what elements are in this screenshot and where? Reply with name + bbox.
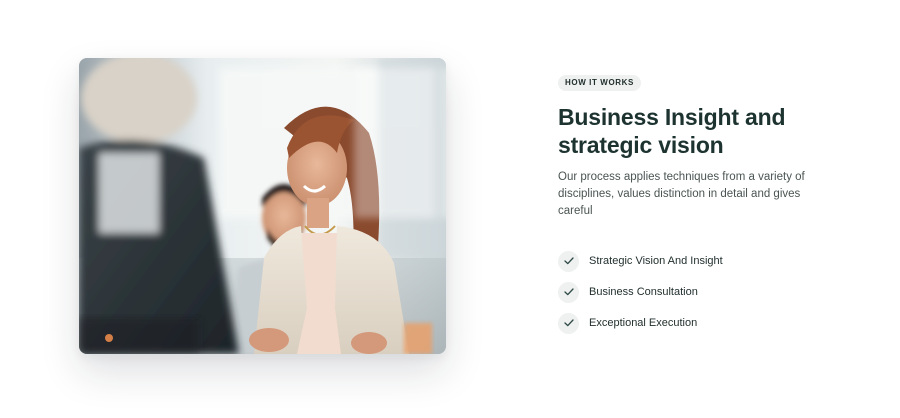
team-meeting-photo <box>79 58 446 354</box>
feature-list: Strategic Vision And Insight Business Co… <box>558 250 858 334</box>
feature-item: Business Consultation <box>558 281 858 303</box>
check-icon <box>558 250 579 272</box>
section-badge: HOW IT WORKS <box>558 75 641 91</box>
how-it-works-section: HOW IT WORKS Business Insight and strate… <box>0 0 900 418</box>
feature-item: Strategic Vision And Insight <box>558 250 858 272</box>
section-description: Our process applies techniques from a va… <box>558 171 805 217</box>
content-panel: HOW IT WORKS Business Insight and strate… <box>558 72 858 343</box>
check-icon <box>558 281 579 303</box>
photo-illustration <box>79 58 446 354</box>
section-title: Business Insight and strategic vision <box>558 104 786 158</box>
feature-label: Strategic Vision And Insight <box>589 255 723 267</box>
feature-label: Business Consultation <box>589 286 698 298</box>
feature-label: Exceptional Execution <box>589 317 698 329</box>
check-icon <box>558 312 579 334</box>
feature-item: Exceptional Execution <box>558 312 858 334</box>
